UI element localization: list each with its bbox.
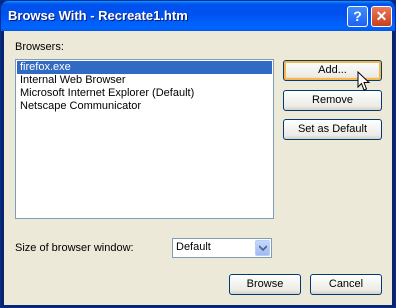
list-item-internal-browser[interactable]: Internal Web Browser: [17, 74, 272, 87]
list-item-firefox[interactable]: firefox.exe: [17, 61, 272, 74]
dialog-body: Browsers: firefox.exe Internal Web Brows…: [4, 31, 392, 305]
remove-button[interactable]: Remove: [283, 90, 382, 111]
title-bar[interactable]: Browse With - Recreate1.htm ? ✕: [1, 1, 395, 31]
browse-with-dialog: Browse With - Recreate1.htm ? ✕ Browsers…: [0, 0, 396, 308]
cancel-button[interactable]: Cancel: [310, 274, 382, 295]
help-button[interactable]: ?: [347, 6, 368, 27]
set-as-default-button[interactable]: Set as Default: [283, 119, 382, 140]
window-size-select[interactable]: Default: [172, 238, 272, 258]
window-title: Browse With - Recreate1.htm: [8, 8, 188, 23]
list-item-internet-explorer[interactable]: Microsoft Internet Explorer (Default): [17, 87, 272, 100]
browse-button[interactable]: Browse: [229, 274, 301, 295]
chevron-down-icon[interactable]: [255, 240, 270, 256]
size-of-window-label: Size of browser window:: [15, 242, 134, 254]
browsers-label: Browsers:: [15, 41, 64, 53]
close-button[interactable]: ✕: [371, 6, 392, 27]
window-size-value: Default: [176, 241, 211, 253]
browsers-list[interactable]: firefox.exe Internal Web Browser Microso…: [15, 59, 274, 219]
list-item-netscape[interactable]: Netscape Communicator: [17, 100, 272, 113]
mouse-cursor-icon: [357, 71, 371, 91]
